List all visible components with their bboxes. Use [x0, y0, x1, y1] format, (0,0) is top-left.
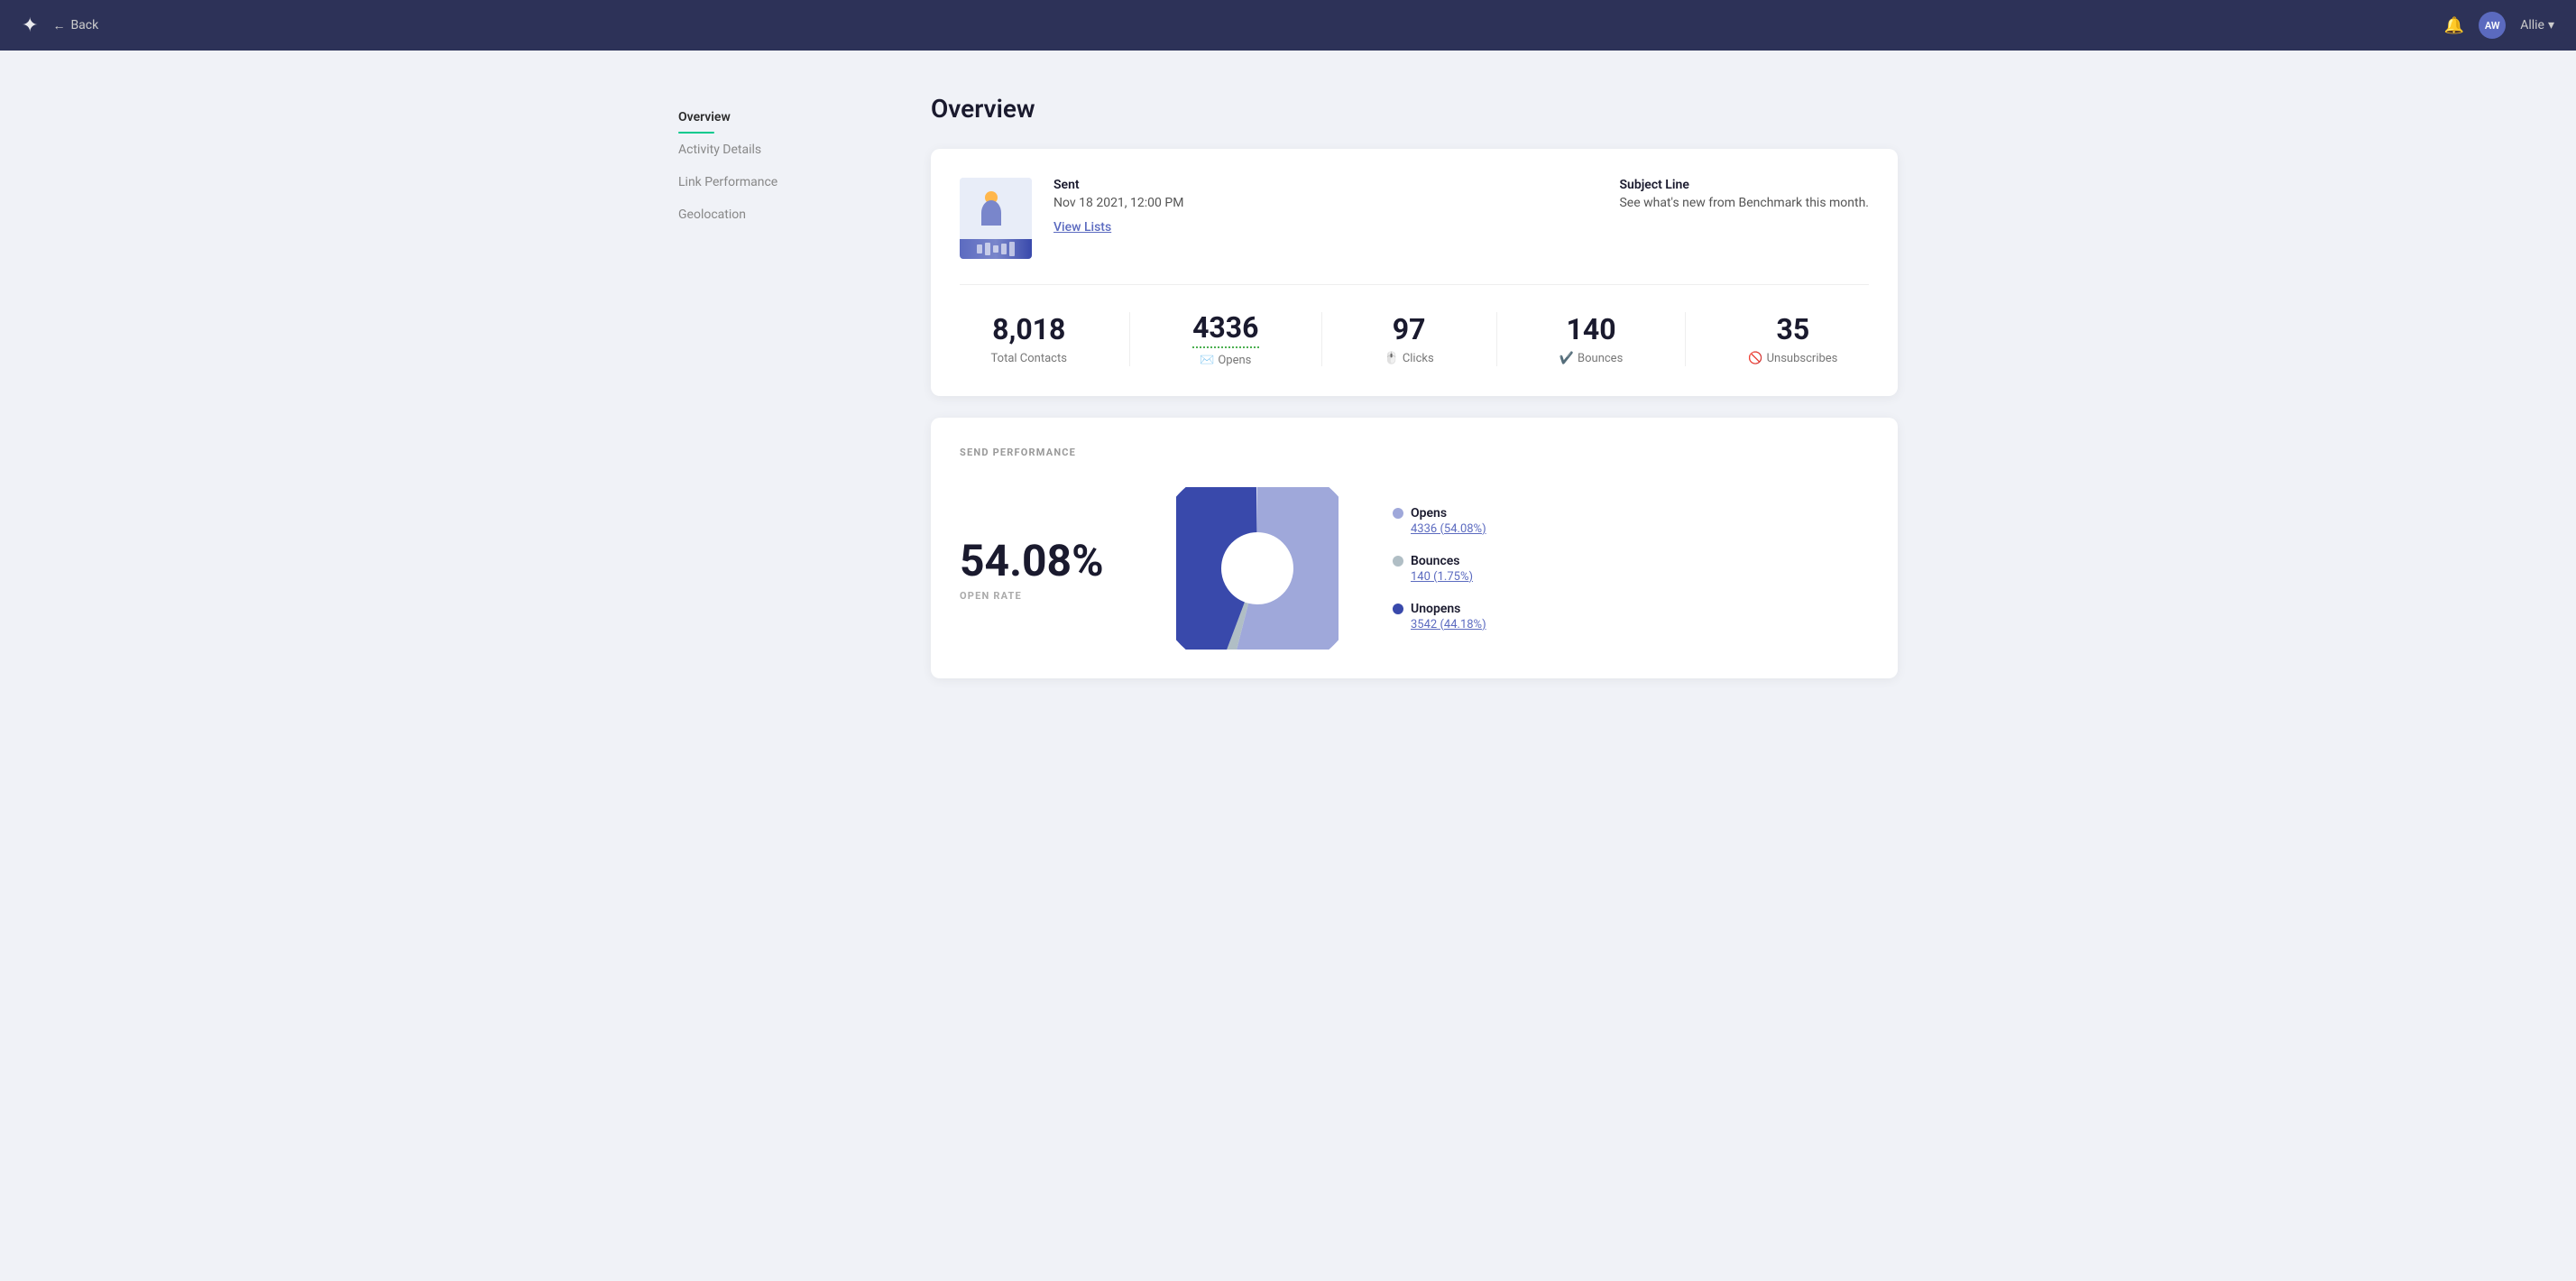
- back-button[interactable]: ← Back: [52, 18, 98, 33]
- sidebar-item-overview[interactable]: Overview: [678, 101, 895, 134]
- thumb-top: [960, 178, 1032, 239]
- bounces-legend-title: Bounces: [1411, 554, 1459, 568]
- legend-opens: Opens 4336 (54.08%): [1393, 506, 1486, 536]
- chart-legend: Opens 4336 (54.08%) Bounces 140 (1.75%): [1393, 506, 1486, 631]
- thumb-bottom: [960, 239, 1032, 259]
- nav-left: ✦ ← Back: [22, 14, 98, 37]
- legend-opens-header: Opens: [1393, 506, 1486, 521]
- opens-icon: ✉️: [1200, 354, 1214, 367]
- page-title: Overview: [931, 94, 1898, 124]
- opens-dot: [1393, 508, 1403, 519]
- app-logo: ✦: [22, 14, 38, 37]
- open-rate-value: 54.08%: [960, 535, 1122, 586]
- bounces-value: 140: [1559, 312, 1623, 346]
- avatar: AW: [2479, 12, 2506, 39]
- stat-bounces: 140 ✔️ Bounces: [1559, 312, 1623, 365]
- unopens-legend-value[interactable]: 3542 (44.18%): [1411, 618, 1486, 631]
- subject-text: See what's new from Benchmark this month…: [1619, 196, 1869, 210]
- stat-divider-1: [1129, 312, 1130, 366]
- legend-unopens: Unopens 3542 (44.18%): [1393, 602, 1486, 631]
- unopens-dot: [1393, 604, 1403, 614]
- sidebar-item-activity-details[interactable]: Activity Details: [678, 134, 895, 166]
- top-navigation: ✦ ← Back 🔔 AW Allie ▾: [0, 0, 2576, 51]
- stat-clicks: 97 🖱️ Clicks: [1385, 312, 1434, 365]
- opens-legend-value[interactable]: 4336 (54.08%): [1411, 522, 1486, 536]
- open-rate-display: 54.08% OPEN RATE: [960, 535, 1122, 602]
- bar-5: [1009, 242, 1015, 256]
- opens-label: ✉️ Opens: [1192, 354, 1258, 367]
- pie-chart-svg: [1176, 487, 1339, 650]
- view-lists-link[interactable]: View Lists: [1053, 220, 1111, 235]
- bounces-dot: [1393, 556, 1403, 567]
- sent-label: Sent: [1053, 178, 1561, 192]
- page-layout: Overview Activity Details Link Performan…: [657, 51, 1919, 743]
- unopens-legend-title: Unopens: [1411, 602, 1460, 616]
- email-thumbnail: [960, 178, 1032, 259]
- bounces-legend-value[interactable]: 140 (1.75%): [1411, 570, 1486, 584]
- legend-bounces: Bounces 140 (1.75%): [1393, 554, 1486, 584]
- thumb-figure: [981, 191, 1010, 226]
- open-rate-label: OPEN RATE: [960, 590, 1122, 602]
- sidebar-item-geolocation[interactable]: Geolocation: [678, 198, 895, 231]
- nav-right: 🔔 AW Allie ▾: [2444, 12, 2554, 39]
- stat-divider-3: [1496, 312, 1497, 366]
- unsubscribes-icon: 🚫: [1748, 352, 1762, 365]
- back-arrow-icon: ←: [52, 18, 65, 33]
- stats-row: 8,018 Total Contacts 4336 ✉️ Opens 97 🖱️…: [960, 310, 1869, 367]
- unsubscribes-label: 🚫 Unsubscribes: [1748, 352, 1837, 365]
- clicks-label: 🖱️ Clicks: [1385, 352, 1434, 365]
- sent-date: Nov 18 2021, 12:00 PM: [1053, 196, 1561, 210]
- subject-label: Subject Line: [1619, 178, 1869, 192]
- total-contacts-value: 8,018: [991, 312, 1067, 346]
- bar-2: [985, 243, 990, 255]
- bar-3: [993, 245, 998, 253]
- email-meta: Sent Nov 18 2021, 12:00 PM View Lists: [1053, 178, 1561, 235]
- bounces-label: ✔️ Bounces: [1559, 352, 1623, 365]
- stat-divider-4: [1685, 312, 1686, 366]
- pie-chart: [1176, 487, 1339, 650]
- clicks-value: 97: [1385, 312, 1434, 346]
- unsubscribes-value: 35: [1748, 312, 1837, 346]
- total-contacts-label: Total Contacts: [991, 352, 1067, 365]
- bounces-icon: ✔️: [1559, 352, 1574, 365]
- performance-content: 54.08% OPEN RATE: [960, 487, 1869, 650]
- opens-legend-title: Opens: [1411, 506, 1447, 521]
- stat-unsubscribes: 35 🚫 Unsubscribes: [1748, 312, 1837, 365]
- thumb-body: [981, 200, 1001, 226]
- legend-unopens-header: Unopens: [1393, 602, 1486, 616]
- stat-total-contacts: 8,018 Total Contacts: [991, 312, 1067, 365]
- bar-1: [977, 244, 982, 253]
- sidebar-item-link-performance[interactable]: Link Performance: [678, 166, 895, 198]
- legend-bounces-header: Bounces: [1393, 554, 1486, 568]
- stat-opens: 4336 ✉️ Opens: [1192, 310, 1258, 367]
- send-performance-card: SEND PERFORMANCE 54.08% OPEN RATE: [931, 418, 1898, 678]
- chevron-down-icon: ▾: [2548, 18, 2554, 32]
- username-dropdown[interactable]: Allie ▾: [2520, 18, 2554, 32]
- sidebar: Overview Activity Details Link Performan…: [678, 94, 895, 700]
- email-subject: Subject Line See what's new from Benchma…: [1619, 178, 1869, 210]
- email-info-row: Sent Nov 18 2021, 12:00 PM View Lists Su…: [960, 178, 1869, 285]
- bar-4: [1001, 244, 1007, 254]
- section-label: SEND PERFORMANCE: [960, 447, 1869, 458]
- back-label: Back: [70, 18, 98, 32]
- main-content: Overview: [895, 94, 1898, 700]
- overview-card: Sent Nov 18 2021, 12:00 PM View Lists Su…: [931, 149, 1898, 396]
- bell-icon[interactable]: 🔔: [2444, 16, 2464, 35]
- opens-value: 4336: [1192, 310, 1258, 348]
- stat-divider-2: [1321, 312, 1322, 366]
- clicks-icon: 🖱️: [1385, 352, 1399, 365]
